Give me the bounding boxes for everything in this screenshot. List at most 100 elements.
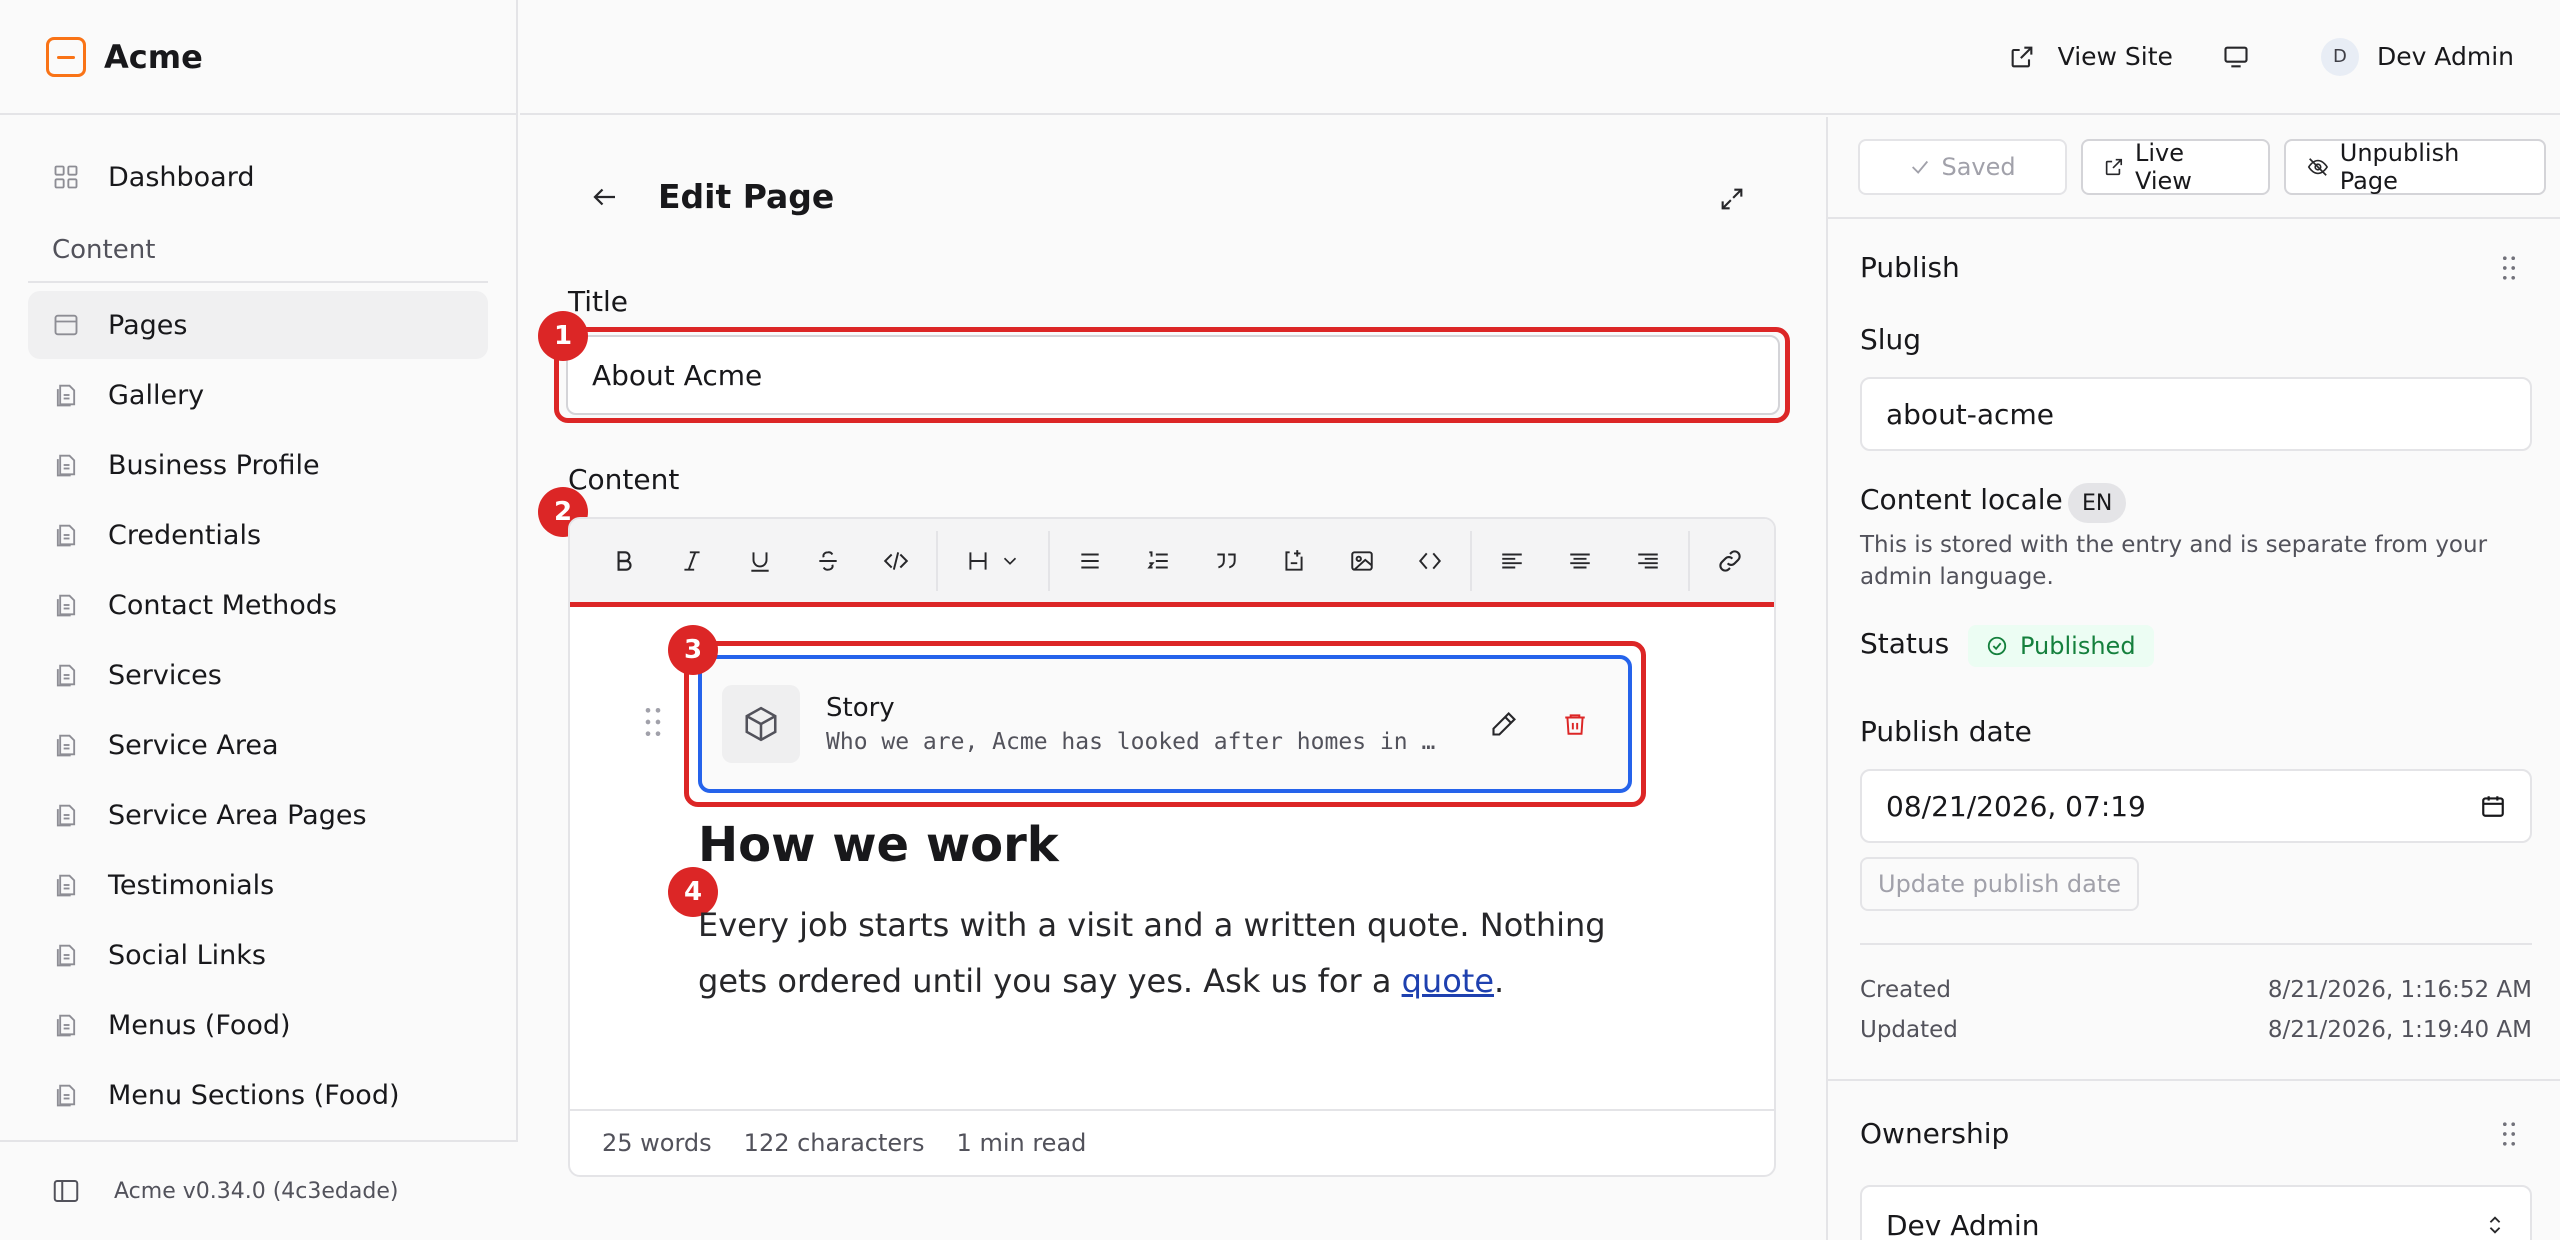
sidebar-item-credentials[interactable]: Credentials (28, 501, 488, 569)
sidebar-item-pages[interactable]: Pages (28, 291, 488, 359)
user-name: Dev Admin (2376, 42, 2514, 71)
publish-date-label: Publish date (1860, 715, 2032, 748)
sidebar-item-testimonials[interactable]: Testimonials (28, 851, 488, 919)
page-title: Edit Page (658, 177, 835, 216)
code-block-icon (1418, 552, 1442, 569)
align-left-button[interactable] (1478, 531, 1546, 591)
page-layout-icon (52, 311, 80, 339)
highlight-3 (684, 641, 1646, 807)
italic-button[interactable] (658, 531, 726, 591)
publish-drag-handle-icon[interactable] (2502, 255, 2516, 281)
unpublish-label: Unpublish Page (2339, 139, 2460, 195)
sidebar-item-menu-sections-food[interactable]: Menu Sections (Food) (28, 1061, 488, 1129)
sidebar-item-label: Pages (108, 309, 188, 341)
user-menu[interactable]: D Dev Admin (2320, 37, 2514, 76)
expand-icon[interactable] (1718, 185, 1746, 213)
view-site-label: View Site (2057, 42, 2173, 71)
sidebar-footer: Acme v0.34.0 (4c3edade) (0, 1140, 518, 1240)
inline-code-button[interactable] (862, 531, 930, 591)
brand[interactable]: Acme (0, 0, 516, 115)
document-icon (52, 591, 80, 619)
check-icon (1912, 160, 1929, 174)
dashboard-grid-icon (52, 163, 80, 191)
bold-button[interactable] (590, 531, 658, 591)
created-label: Created (1860, 977, 1952, 1003)
sidebar-toggle-icon[interactable] (50, 1176, 82, 1206)
status-badge: Published (1968, 625, 2154, 667)
sidebar-item-social-links[interactable]: Social Links (28, 921, 488, 989)
chevron-down-icon (1003, 557, 1017, 565)
live-view-label: Live View (2134, 139, 2192, 195)
section-divider (1828, 1079, 2560, 1081)
highlight-1 (554, 327, 1790, 423)
status-value: Published (2020, 632, 2136, 660)
status-label: Status (1860, 627, 1950, 660)
ownership-drag-handle-icon[interactable] (2502, 1121, 2516, 1147)
ordered-list-icon (1147, 550, 1168, 568)
content-heading[interactable]: How we work (698, 817, 1059, 873)
block-insert-button[interactable] (1260, 531, 1328, 591)
unpublish-button[interactable]: Unpublish Page (2283, 139, 2546, 195)
quote-link[interactable]: quote (1402, 962, 1494, 1000)
sidebar-item-service-area[interactable]: Service Area (28, 711, 488, 779)
sidebar-item-contact-methods[interactable]: Contact Methods (28, 571, 488, 639)
sidebar-item-label: Contact Methods (108, 589, 337, 621)
document-icon (52, 731, 80, 759)
slug-label: Slug (1860, 323, 1922, 356)
view-site-link[interactable]: View Site (2008, 42, 2173, 71)
strikethrough-button[interactable] (794, 531, 862, 591)
sidebar-item-business-profile[interactable]: Business Profile (28, 431, 488, 499)
align-right-button[interactable] (1614, 531, 1682, 591)
live-view-button[interactable]: Live View (2081, 139, 2270, 195)
sidebar-item-gallery[interactable]: Gallery (28, 361, 488, 429)
document-icon (52, 661, 80, 689)
align-center-button[interactable] (1546, 531, 1614, 591)
content-label: Content (568, 463, 680, 496)
blockquote-button[interactable] (1192, 531, 1260, 591)
sidebar-item-services[interactable]: Services (28, 641, 488, 709)
locale-badge: EN (2068, 483, 2127, 523)
bullet-list-button[interactable] (1056, 531, 1124, 591)
drag-handle-icon[interactable] (644, 707, 662, 737)
sidebar-item-label: Credentials (108, 519, 262, 551)
back-arrow-icon[interactable] (590, 182, 620, 212)
image-icon (1351, 550, 1373, 571)
sidebar-item-menus-food[interactable]: Menus (Food) (28, 991, 488, 1059)
link-button[interactable] (1696, 531, 1764, 591)
owner-select[interactable]: Dev Admin (1860, 1185, 2532, 1240)
code-block-button[interactable] (1396, 531, 1464, 591)
ordered-list-button[interactable] (1124, 531, 1192, 591)
toolbar-divider (1470, 530, 1472, 591)
main-content: Edit Page Title About Acme 1 Content 2 2… (520, 117, 1826, 1240)
heading-dropdown[interactable] (944, 531, 1042, 591)
updated-row: Updated 8/21/2026, 1:19:40 AM (1860, 1017, 2532, 1043)
strikethrough-icon (819, 550, 837, 571)
owner-value: Dev Admin (1886, 1208, 2040, 1240)
brand-name: Acme (104, 37, 203, 76)
avatar: D (2320, 37, 2359, 76)
sidebar-item-service-area-pages[interactable]: Service Area Pages (28, 781, 488, 849)
publish-section-title: Publish (1860, 251, 1960, 284)
update-publish-date-button[interactable]: Update publish date (1860, 857, 2140, 911)
check-circle-icon (1987, 636, 2007, 656)
updated-label: Updated (1860, 1017, 1958, 1043)
chevron-up-down-icon (2489, 1216, 2501, 1234)
sidebar-item-dashboard[interactable]: Dashboard (28, 143, 488, 211)
content-paragraph[interactable]: Every job starts with a visit and a writ… (698, 897, 1658, 1009)
image-button[interactable] (1328, 531, 1396, 591)
saved-button[interactable]: Saved (1858, 139, 2068, 195)
paragraph-end: . (1494, 962, 1505, 1000)
page-actions: Saved Live View Unpublish Page (1828, 117, 2560, 219)
ownership-section-title: Ownership (1860, 1117, 2010, 1150)
sidebar-item-label: Services (108, 659, 222, 691)
divider (1860, 943, 2532, 945)
display-toggle[interactable] (2221, 43, 2273, 71)
title-label: Title (568, 285, 629, 318)
bullet-list-icon (1081, 553, 1099, 568)
publish-date-input[interactable]: 08/21/2026, 07:19 (1860, 769, 2532, 843)
sidebar-item-label: Service Area Pages (108, 799, 367, 831)
document-icon (52, 381, 80, 409)
underline-button[interactable] (726, 531, 794, 591)
calendar-icon (2482, 796, 2504, 817)
slug-input[interactable]: about-acme (1860, 377, 2532, 451)
